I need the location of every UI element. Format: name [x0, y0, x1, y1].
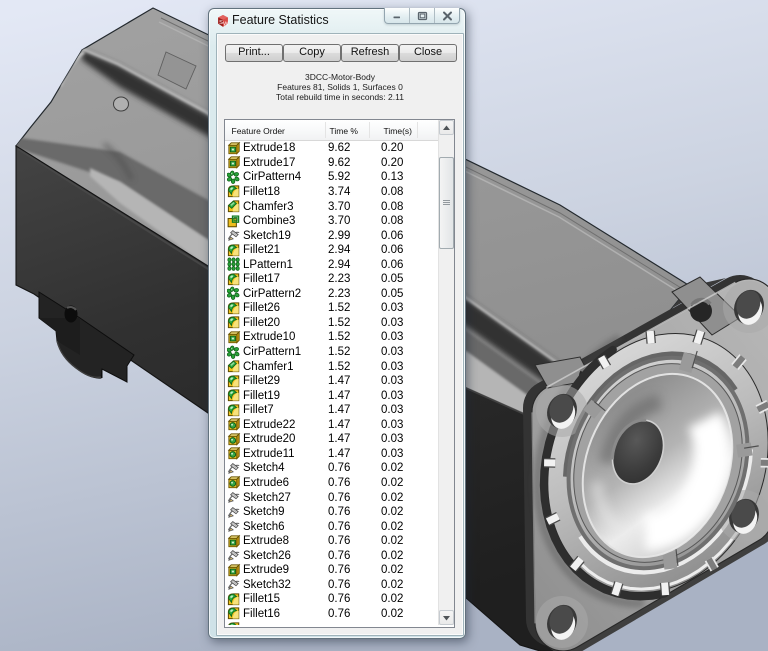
svg-text:W: W	[223, 21, 229, 27]
